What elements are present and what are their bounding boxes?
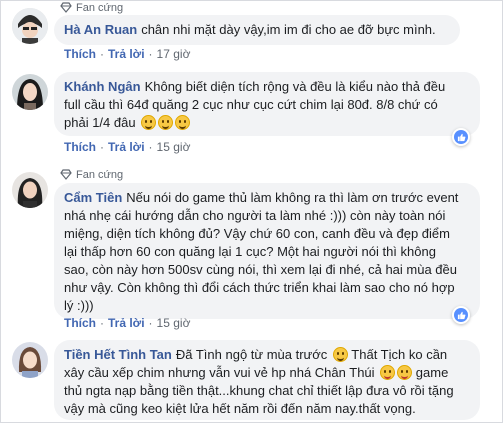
- smile-emoji-icon: [380, 365, 396, 380]
- comment-bubble: Tiền Hết Tình Tan Đã Tình ngộ từ mùa trướ…: [54, 340, 480, 420]
- comment-text-line: thủ ngta nạp bằng tiền thật...khung chat…: [64, 383, 454, 398]
- comment-text-line: Đã Tình ngộ từ mùa trước: [175, 347, 328, 362]
- smile-emoji-icon: [397, 365, 413, 380]
- avatar[interactable]: [12, 342, 48, 378]
- smile-emoji-icon: [175, 115, 191, 130]
- comment-4: Tiền Hết Tình Tan Đã Tình ngộ từ mùa trướ…: [12, 338, 492, 423]
- comment-bubble: Khánh Ngân Không biết diện tích rộng và đ…: [54, 72, 480, 136]
- author-name[interactable]: Tiền Hết Tình Tan: [64, 347, 172, 362]
- reply-link[interactable]: Trả lời: [108, 316, 145, 330]
- comment-3: Fan cứng Cẩm Tiên Nếu nói do game thủ làm…: [12, 164, 492, 334]
- comment-actions: Thích · Trả lời · 15 giờ: [64, 140, 191, 154]
- avatar[interactable]: [12, 8, 48, 44]
- like-link[interactable]: Thích: [64, 140, 96, 154]
- like-link[interactable]: Thích: [64, 316, 96, 330]
- comment-text: chân nhi mặt dày vậy,im im đi cho ae đỡ …: [141, 22, 436, 37]
- comment-bubble: Hà An Ruan chân nhi mặt dày vậy,im im đi …: [54, 15, 460, 45]
- comment-1: Fan cứng Hà An Ruan chân nhi mặt dày vậy,…: [12, 0, 492, 61]
- comment-text-line: sao, còn này hơn 500sv cùng nói, thì xem…: [64, 262, 457, 277]
- comment-text-line: miệng, diện tích không đủ? Vậy chứ 60 co…: [64, 226, 450, 241]
- comment-text-line: lại thấp hơn 60 con quăng lại 1 cục? Một…: [64, 244, 436, 259]
- comment-actions: Thích · Trả lời · 17 giờ: [64, 47, 191, 61]
- reaction-count[interactable]: [452, 128, 470, 146]
- like-link[interactable]: Thích: [64, 47, 96, 61]
- timestamp[interactable]: 15 giờ: [157, 316, 191, 330]
- reply-link[interactable]: Trả lời: [108, 140, 145, 154]
- comment-text-line: Không biết diện tích rộng và đều là kiểu…: [144, 79, 446, 94]
- timestamp[interactable]: 15 giờ: [157, 140, 191, 154]
- fan-badge: Fan cứng: [60, 168, 123, 182]
- comment-text-line: nhá nhẹ cái hướng dẫn cho người ta làm n…: [64, 208, 446, 223]
- comment-text-line: Nếu nói do game thủ làm không ra thì làm…: [126, 190, 459, 205]
- comment-text-line: phải 1/4 đâu: [64, 115, 136, 130]
- comment-text-line: như vậy. Còn không thì đổi cách thức tri…: [64, 280, 455, 295]
- author-name[interactable]: Hà An Ruan: [64, 22, 137, 37]
- comment-bubble: Cẩm Tiên Nếu nói do game thủ làm không ra…: [54, 183, 480, 319]
- comment-text-line: xây cầu xếp chim nhưng vẫn vui vẻ hp nhá…: [64, 365, 375, 380]
- reply-link[interactable]: Trả lời: [108, 47, 145, 61]
- comment-text-line: vậy mà cũng keo kiệt lửa hết năm rồi đến…: [64, 401, 416, 416]
- author-name[interactable]: Cẩm Tiên: [64, 190, 122, 205]
- avatar[interactable]: [12, 74, 48, 110]
- timestamp[interactable]: 17 giờ: [157, 47, 191, 61]
- reaction-count[interactable]: [452, 306, 470, 324]
- comment-actions: Thích · Trả lời · 15 giờ: [64, 316, 191, 330]
- smile-emoji-icon: [332, 347, 348, 362]
- like-reaction-icon: [454, 308, 468, 322]
- smile-emoji-icon: [141, 115, 157, 130]
- comment-text-line: Thất Tịch ko cần: [351, 347, 448, 362]
- avatar[interactable]: [12, 172, 48, 208]
- comment-text-line: full cầu thì 64đ quăng 2 cục như cục cứt…: [64, 97, 438, 112]
- comment-text-line: game: [415, 365, 449, 380]
- like-reaction-icon: [454, 130, 468, 144]
- comment-text-line: lý :))): [64, 298, 94, 313]
- author-name[interactable]: Khánh Ngân: [64, 79, 141, 94]
- comment-2: Khánh Ngân Không biết diện tích rộng và đ…: [12, 70, 492, 162]
- fan-badge: Fan cứng: [60, 1, 123, 15]
- diamond-icon: [60, 169, 72, 184]
- smile-emoji-icon: [158, 115, 174, 130]
